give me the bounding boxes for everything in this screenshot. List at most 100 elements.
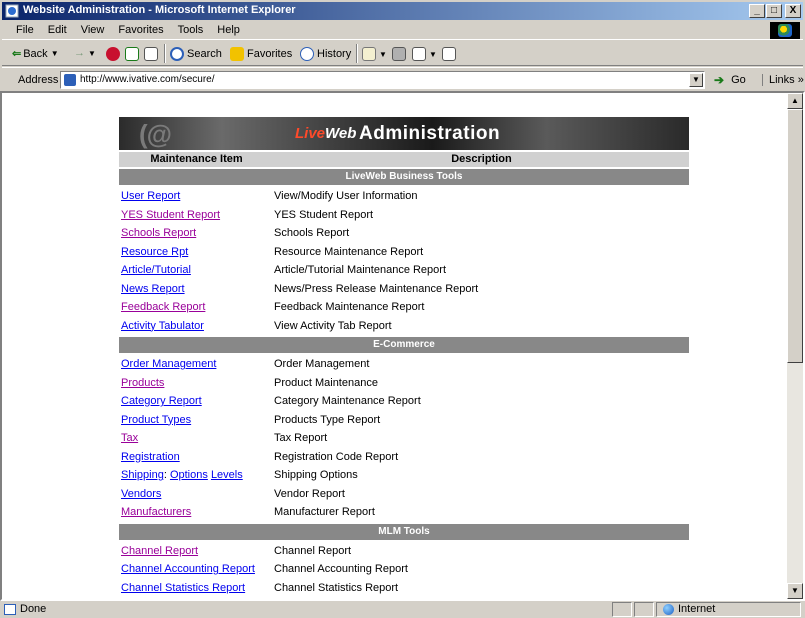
section-header: E-Commerce bbox=[119, 337, 689, 353]
resource-rpt-link[interactable]: Resource Rpt bbox=[121, 246, 188, 258]
row-description: Feedback Maintenance Report bbox=[274, 301, 425, 313]
section-header: MLM Tools bbox=[119, 523, 689, 540]
stop-button[interactable] bbox=[106, 47, 123, 61]
shipping-link[interactable]: Shipping bbox=[121, 469, 164, 481]
table-row: News Report News/Press Release Maintenanc… bbox=[119, 280, 689, 299]
banner-logo-swirl: (@ bbox=[139, 119, 172, 149]
menu-help[interactable]: Help bbox=[210, 24, 247, 36]
row-description: Channel Statistics Report bbox=[274, 581, 399, 594]
maximize-button[interactable]: □ bbox=[766, 4, 782, 18]
row-description: Vendor Report bbox=[274, 487, 345, 500]
menu-view[interactable]: View bbox=[74, 24, 112, 36]
page-viewport: (@ LiveWeb Administration Maintenance It… bbox=[0, 91, 805, 601]
browser-window: Website Administration - Microsoft Inter… bbox=[0, 0, 805, 618]
chevron-down-icon: ▼ bbox=[88, 48, 96, 58]
row-description: Registration Code Report bbox=[274, 450, 399, 463]
menu-edit[interactable]: Edit bbox=[41, 24, 74, 36]
search-label: Search bbox=[187, 48, 222, 60]
row-description: Shipping Options bbox=[274, 469, 358, 481]
scroll-thumb[interactable] bbox=[787, 109, 803, 363]
zone-label: Internet bbox=[678, 603, 716, 615]
refresh-button[interactable] bbox=[125, 47, 142, 61]
table-row: Channel Statistics Report Channel Statist… bbox=[119, 579, 689, 598]
banner-title: Administration bbox=[359, 123, 501, 144]
security-zone: Internet bbox=[656, 602, 801, 617]
home-button[interactable] bbox=[144, 47, 161, 61]
toolbar-separator bbox=[164, 44, 166, 63]
menu-tools[interactable]: Tools bbox=[171, 24, 211, 36]
tax-link[interactable]: Tax bbox=[121, 432, 138, 444]
row-description: View/Modify User Information bbox=[274, 190, 418, 202]
table-row: Category Report Category Maintenance Repo… bbox=[119, 392, 689, 411]
search-button[interactable]: Search bbox=[170, 47, 222, 61]
schools-report-link[interactable]: Schools Report bbox=[121, 227, 196, 239]
category-report-link[interactable]: Category Report bbox=[121, 395, 202, 407]
yes-student-report-link[interactable]: YES Student Report bbox=[121, 209, 220, 221]
product-types-link[interactable]: Product Types bbox=[121, 414, 191, 426]
registration-link[interactable]: Registration bbox=[121, 451, 180, 463]
title-bar[interactable]: Website Administration - Microsoft Inter… bbox=[2, 2, 803, 20]
address-dropdown-button[interactable]: ▼ bbox=[689, 73, 703, 87]
news-report-link[interactable]: News Report bbox=[121, 283, 185, 295]
go-arrow-icon: ➔ bbox=[714, 72, 725, 87]
channel-accounting-report-link[interactable]: Channel Accounting Report bbox=[121, 563, 255, 575]
table-row: Activity Tabulator View Activity Tab Repo… bbox=[119, 317, 689, 336]
menu-file[interactable]: File bbox=[2, 24, 41, 36]
table-row: Resource Rpt Resource Maintenance Report bbox=[119, 243, 689, 262]
favorites-button[interactable]: Favorites bbox=[230, 47, 292, 61]
back-button[interactable]: ⇐ Back ▼ bbox=[12, 47, 59, 61]
menu-favorites[interactable]: Favorites bbox=[111, 24, 170, 36]
forward-button[interactable]: → ▼ bbox=[74, 47, 96, 59]
activity-tabulator-link[interactable]: Activity Tabulator bbox=[121, 320, 204, 332]
mail-button[interactable]: ▼ bbox=[362, 47, 387, 61]
admin-table: (@ LiveWeb Administration Maintenance It… bbox=[119, 117, 689, 597]
scroll-up-button[interactable]: ▲ bbox=[787, 93, 803, 109]
status-bar: Done Internet bbox=[0, 601, 805, 618]
refresh-icon bbox=[125, 47, 139, 61]
status-text: Done bbox=[4, 603, 46, 615]
table-row: Products Product Maintenance bbox=[119, 374, 689, 393]
shipping-levels-link[interactable]: Levels bbox=[211, 469, 243, 481]
table-row: Channel Accounting Report Channel Account… bbox=[119, 560, 689, 579]
address-input[interactable]: http://www.ivative.com/secure/ ▼ bbox=[60, 71, 705, 89]
history-button[interactable]: History bbox=[300, 47, 351, 61]
products-link[interactable]: Products bbox=[121, 377, 164, 389]
print-button[interactable] bbox=[392, 47, 409, 61]
status-panel bbox=[634, 602, 654, 617]
table-row: Shipping: Options Levels Shipping Options bbox=[119, 466, 689, 485]
brand-web: Web bbox=[325, 125, 357, 142]
table-row: Vendors Vendor Report bbox=[119, 485, 689, 504]
table-row: Channel Report Channel Report bbox=[119, 542, 689, 561]
admin-banner: (@ LiveWeb Administration bbox=[119, 117, 689, 150]
vertical-scrollbar[interactable]: ▲ ▼ bbox=[787, 93, 803, 599]
section-header: LiveWeb Business Tools bbox=[119, 169, 689, 185]
table-row: Registration Registration Code Report bbox=[119, 448, 689, 467]
vendors-link[interactable]: Vendors bbox=[121, 488, 161, 500]
feedback-report-link[interactable]: Feedback Report bbox=[121, 301, 205, 313]
channel-report-link[interactable]: Channel Report bbox=[121, 545, 198, 557]
edit-button[interactable]: ▼ bbox=[412, 47, 437, 61]
shipping-options-link[interactable]: Options bbox=[170, 469, 208, 481]
order-management-link[interactable]: Order Management bbox=[121, 358, 216, 370]
user-report-link[interactable]: User Report bbox=[121, 190, 180, 202]
go-button[interactable]: ➔ Go bbox=[714, 74, 746, 86]
row-description: Channel Report bbox=[274, 544, 352, 557]
channel-statistics-report-link[interactable]: Channel Statistics Report bbox=[121, 582, 245, 594]
row-description: Resource Maintenance Report bbox=[274, 245, 424, 258]
scroll-down-button[interactable]: ▼ bbox=[787, 583, 803, 599]
favorites-icon bbox=[230, 47, 244, 61]
table-row: Product Types Products Type Report bbox=[119, 411, 689, 430]
row-description: Tax Report bbox=[274, 432, 328, 444]
links-button[interactable]: Links » bbox=[762, 74, 804, 86]
table-row: YES Student Report YES Student Report bbox=[119, 206, 689, 225]
close-button[interactable]: X bbox=[785, 4, 801, 18]
manufacturers-link[interactable]: Manufacturers bbox=[121, 506, 191, 518]
back-arrow-icon: ⇐ bbox=[12, 48, 22, 60]
minimize-button[interactable]: _ bbox=[749, 4, 765, 18]
discuss-button[interactable] bbox=[442, 47, 459, 61]
col-header-description: Description bbox=[451, 153, 512, 165]
row-description: Manufacturer Report bbox=[274, 506, 375, 518]
windows-logo-icon bbox=[770, 22, 800, 39]
article-tutorial-link[interactable]: Article/Tutorial bbox=[121, 264, 191, 276]
brand-live: Live bbox=[295, 125, 326, 142]
